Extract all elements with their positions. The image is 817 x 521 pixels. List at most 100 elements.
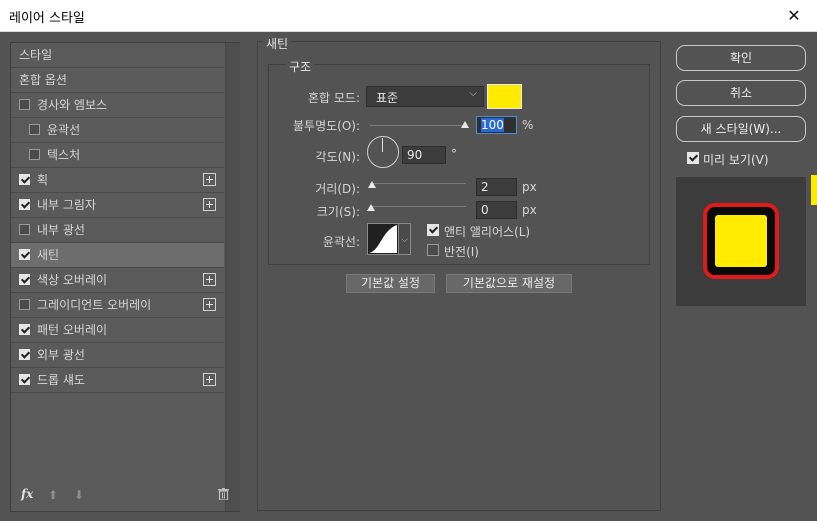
blend-mode-value: 표준 <box>376 91 399 105</box>
add-style-icon[interactable] <box>203 298 216 311</box>
cancel-button[interactable]: 취소 <box>676 80 806 106</box>
add-style-icon[interactable] <box>203 373 216 386</box>
blend-mode-select[interactable]: 표준 ⌵ <box>366 86 484 107</box>
style-item-checkbox[interactable] <box>19 174 30 185</box>
distance-input[interactable]: 2 <box>476 178 517 196</box>
contour-curve-icon <box>369 225 397 253</box>
distance-slider[interactable] <box>370 183 466 184</box>
style-item[interactable]: 드롭 섀도 <box>11 368 224 393</box>
trash-icon[interactable] <box>218 488 229 500</box>
distance-slider-thumb[interactable] <box>368 181 376 188</box>
ok-button[interactable]: 확인 <box>676 45 806 71</box>
style-item[interactable]: 텍스처 <box>11 143 224 168</box>
contour-picker[interactable] <box>367 223 399 255</box>
style-item-label: 내부 그림자 <box>37 198 97 212</box>
fx-icon[interactable]: fx <box>21 487 33 501</box>
style-item-label: 색상 오버레이 <box>37 273 108 287</box>
add-style-icon[interactable] <box>203 173 216 186</box>
preview-thumbnail <box>676 177 806 306</box>
style-item-checkbox[interactable] <box>19 299 30 310</box>
antialias-checkbox[interactable] <box>427 224 439 236</box>
add-style-icon[interactable] <box>203 273 216 286</box>
style-item[interactable]: 획 <box>11 168 224 193</box>
style-item-checkbox[interactable] <box>19 99 30 110</box>
opacity-slider-thumb[interactable] <box>461 121 469 128</box>
opacity-label: 불투명도(O): <box>292 119 360 133</box>
new-style-button[interactable]: 새 스타일(W)... <box>676 116 806 142</box>
style-item[interactable]: 내부 광선 <box>11 218 224 243</box>
style-item-checkbox[interactable] <box>19 274 30 285</box>
preview-layer-box <box>703 203 779 279</box>
window-title: 레이어 스타일 <box>9 11 85 26</box>
styles-scrollbar[interactable] <box>225 43 240 511</box>
antialias-label: 앤티 앨리어스(L) <box>444 225 531 239</box>
satin-section-title: 새틴 <box>263 35 292 52</box>
angle-unit: ° <box>451 147 457 161</box>
preview-layer-fill <box>715 215 767 267</box>
style-item-label: 그레이디언트 오버레이 <box>37 298 152 312</box>
distance-unit: px <box>522 180 537 194</box>
style-item-label: 패턴 오버레이 <box>37 323 108 337</box>
style-item[interactable]: 혼합 옵션 <box>11 68 224 93</box>
style-item-label: 경사와 엠보스 <box>37 98 108 112</box>
size-unit: px <box>522 203 537 217</box>
size-slider[interactable] <box>370 206 466 207</box>
style-item-checkbox[interactable] <box>19 224 30 235</box>
invert-checkbox[interactable] <box>427 244 439 256</box>
structure-group-title: 구조 <box>286 58 315 75</box>
opacity-value: 100 <box>481 118 504 132</box>
opacity-unit: % <box>522 118 534 132</box>
style-item-label: 외부 광선 <box>37 348 85 362</box>
contour-dropdown-icon[interactable]: ⌵ <box>399 223 411 255</box>
size-label: 크기(S): <box>316 205 360 219</box>
style-item[interactable]: 패턴 오버레이 <box>11 318 224 343</box>
style-item-checkbox[interactable] <box>19 349 30 360</box>
move-down-icon[interactable]: ⬇ <box>74 488 84 502</box>
style-item-checkbox[interactable] <box>29 149 40 160</box>
style-item[interactable]: 스타일 <box>11 43 224 68</box>
style-item-label: 혼합 옵션 <box>19 73 67 87</box>
style-item-label: 내부 광선 <box>37 223 85 237</box>
contour-label: 윤곽선: <box>322 235 360 249</box>
style-item-checkbox[interactable] <box>19 324 30 335</box>
angle-label: 각도(N): <box>315 150 360 164</box>
distance-label: 거리(D): <box>315 182 360 196</box>
make-default-button[interactable]: 기본값 설정 <box>346 274 435 293</box>
size-input[interactable]: 0 <box>476 201 517 219</box>
chevron-down-icon: ⌵ <box>469 88 477 99</box>
style-item-checkbox[interactable] <box>19 199 30 210</box>
move-up-icon[interactable]: ⬆ <box>48 488 58 502</box>
blend-mode-label: 혼합 모드: <box>307 91 360 105</box>
style-item[interactable]: 윤곽선 <box>11 118 224 143</box>
angle-value: 90 <box>407 148 423 162</box>
size-slider-thumb[interactable] <box>367 204 375 211</box>
close-icon[interactable]: ✕ <box>771 0 817 31</box>
style-item-checkbox[interactable] <box>19 374 30 385</box>
style-item[interactable]: 내부 그림자 <box>11 193 224 218</box>
window-edge-fragment <box>811 175 817 205</box>
style-item-checkbox[interactable] <box>29 124 40 135</box>
style-item-label: 스타일 <box>19 48 53 62</box>
invert-label: 반전(I) <box>444 245 479 259</box>
angle-input[interactable]: 90 <box>402 146 446 164</box>
angle-dial[interactable] <box>367 136 399 168</box>
distance-value: 2 <box>481 180 489 194</box>
styles-panel: 스타일혼합 옵션경사와 엠보스윤곽선텍스처 획내부 그림자내부 광선새틴색상 오버… <box>10 42 240 512</box>
satin-color-swatch[interactable] <box>487 84 522 109</box>
style-item[interactable]: 새틴 <box>11 243 224 268</box>
style-item[interactable]: 경사와 엠보스 <box>11 93 224 118</box>
title-bar: 레이어 스타일 ✕ <box>0 0 817 32</box>
style-item-checkbox[interactable] <box>19 249 30 260</box>
style-item-label: 윤곽선 <box>47 123 81 137</box>
add-style-icon[interactable] <box>203 198 216 211</box>
opacity-input[interactable]: 100 <box>476 116 517 134</box>
size-value: 0 <box>481 203 489 217</box>
styles-list: 스타일혼합 옵션경사와 엠보스윤곽선텍스처 획내부 그림자내부 광선새틴색상 오버… <box>11 43 224 393</box>
style-item[interactable]: 외부 광선 <box>11 343 224 368</box>
reset-default-button[interactable]: 기본값으로 재설정 <box>446 274 572 293</box>
style-item[interactable]: 색상 오버레이 <box>11 268 224 293</box>
preview-checkbox[interactable] <box>687 152 699 164</box>
style-item[interactable]: 그레이디언트 오버레이 <box>11 293 224 318</box>
opacity-slider[interactable] <box>370 125 466 126</box>
style-item-label: 새틴 <box>37 248 60 262</box>
